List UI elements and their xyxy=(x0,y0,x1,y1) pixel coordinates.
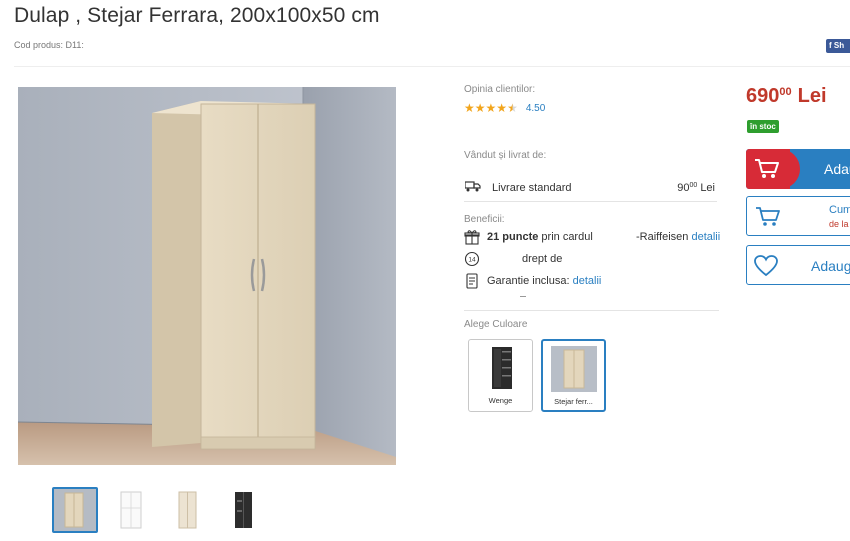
star-icon: ★ xyxy=(496,101,508,115)
heart-icon xyxy=(753,254,779,283)
thumbnail-4[interactable] xyxy=(220,487,266,533)
rating-score[interactable]: 4.50 xyxy=(526,103,545,114)
main-product-image[interactable] xyxy=(18,87,396,465)
stejar-wardrobe-image xyxy=(550,346,597,392)
star-icon: ★ xyxy=(474,101,486,115)
warranty-document-icon xyxy=(464,273,480,289)
rating-label: Opinia clientilor: xyxy=(464,84,536,95)
facebook-share-button[interactable]: f Sh xyxy=(826,39,850,53)
thumbnail-2[interactable] xyxy=(108,487,154,533)
wenge-wardrobe-image xyxy=(478,345,524,391)
star-icon: ★ xyxy=(485,101,497,115)
points-details-link[interactable]: detalii xyxy=(691,231,720,243)
rating-stars[interactable]: ★ ★ ★ ★ ★ 4.50 xyxy=(464,102,545,114)
delivery-row: Livrare standard 9000 Lei xyxy=(464,178,717,202)
header-divider xyxy=(14,66,850,67)
star-icon: ★ xyxy=(464,101,475,115)
sold-by-label: Vândut și livrat de: xyxy=(464,150,547,161)
delivery-name: Livrare standard xyxy=(492,182,572,194)
facebook-icon: f xyxy=(829,41,832,50)
truck-icon xyxy=(464,180,481,195)
color-option-stejar-ferrara[interactable]: Stejar ferr... xyxy=(541,339,606,412)
cart-outline-icon xyxy=(755,206,781,233)
product-price: 69000 Lei xyxy=(746,85,827,107)
color-name: Wenge xyxy=(488,396,513,405)
product-code: Cod produs: D11: xyxy=(14,40,84,50)
half-star-icon: ★ xyxy=(507,101,518,115)
cart-icon xyxy=(754,158,780,185)
color-option-wenge[interactable]: Wenge xyxy=(468,339,533,412)
thumbnail-3[interactable] xyxy=(164,487,210,533)
add-to-favorites-button[interactable]: Adaug xyxy=(746,245,850,285)
add-to-cart-label: Adau xyxy=(824,161,850,177)
thumbnail-1[interactable] xyxy=(52,487,98,533)
svg-text:14: 14 xyxy=(468,257,476,264)
color-name: Stejar ferr... xyxy=(554,397,593,406)
add-to-cart-button[interactable]: Adau xyxy=(746,149,850,189)
warranty-details-link[interactable]: detalii xyxy=(573,275,602,287)
return-text: drept de xyxy=(522,253,563,265)
buy-installments-button[interactable]: Cum de la xyxy=(746,196,850,236)
in-stock-badge: în stoc xyxy=(747,120,779,133)
benefits-label: Beneficii: xyxy=(464,214,505,225)
return-14-icon: 14 xyxy=(464,251,480,267)
gift-icon xyxy=(464,229,480,245)
product-title: Dulap , Stejar Ferrara, 200x100x50 cm xyxy=(14,4,380,27)
delivery-price: 9000 Lei xyxy=(677,182,715,194)
choose-color-label: Alege Culoare xyxy=(464,319,528,330)
